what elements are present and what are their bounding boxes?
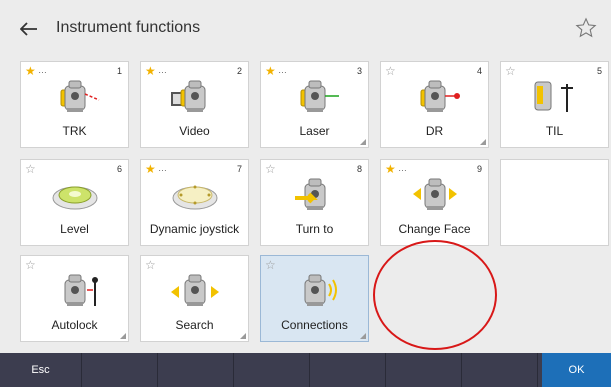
function-tile[interactable]: ☆ 8 Turn to <box>260 159 369 246</box>
star-outline-icon[interactable]: ☆ <box>265 259 276 271</box>
function-tile[interactable]: ★… 3 Laser <box>260 61 369 148</box>
tile-label: Dynamic joystick <box>149 222 240 236</box>
tile-number: 4 <box>476 66 482 76</box>
softkey-blank <box>386 353 462 387</box>
star-filled-icon[interactable]: ★ <box>385 163 396 175</box>
page-title: Instrument functions <box>56 19 201 36</box>
empty-tile <box>500 159 609 246</box>
star-outline-icon[interactable]: ☆ <box>145 259 156 271</box>
star-outline-icon[interactable]: ☆ <box>505 65 516 77</box>
joystick-icon <box>169 174 221 214</box>
instrument-laser-icon <box>289 76 341 116</box>
instrument-til-icon <box>529 76 581 116</box>
ellipsis-icon: … <box>158 163 167 173</box>
star-outline-icon[interactable]: ☆ <box>25 259 36 271</box>
tile-label: TIL <box>545 124 564 138</box>
connections-icon <box>289 270 341 310</box>
tile-number: 5 <box>596 66 602 76</box>
corner-indicator-icon <box>240 333 246 339</box>
ellipsis-icon: … <box>38 65 47 75</box>
tile-label: DR <box>425 124 444 138</box>
instrument-dr-icon <box>409 76 461 116</box>
corner-indicator-icon <box>480 139 486 145</box>
back-button[interactable] <box>18 18 40 40</box>
ellipsis-icon: … <box>158 65 167 75</box>
tile-label: Change Face <box>398 222 471 236</box>
arrow-left-icon <box>20 22 37 36</box>
instrument-video-icon <box>169 76 221 116</box>
tile-label: TRK <box>62 124 87 138</box>
ellipsis-icon: … <box>278 65 287 75</box>
star-filled-icon[interactable]: ★ <box>265 65 276 77</box>
footer-bar: Esc OK <box>0 353 611 387</box>
function-tile[interactable]: ★… 7 Dynamic joystick <box>140 159 249 246</box>
star-outline-icon[interactable]: ☆ <box>385 65 396 77</box>
tile-number: 9 <box>476 164 482 174</box>
tile-label: Video <box>179 124 210 138</box>
softkey-blank <box>462 353 538 387</box>
level-bubble-icon <box>49 174 101 214</box>
corner-indicator-icon <box>120 333 126 339</box>
function-tile[interactable]: ☆ Connections <box>260 255 369 342</box>
instrument-trk-icon <box>49 76 101 116</box>
search-instrument-icon <box>169 270 221 310</box>
tile-number: 6 <box>116 164 122 174</box>
softkey-blank <box>158 353 234 387</box>
tile-number: 7 <box>236 164 242 174</box>
star-filled-icon[interactable]: ★ <box>25 65 36 77</box>
star-filled-icon[interactable]: ★ <box>145 163 156 175</box>
function-tile[interactable]: ☆ Search <box>140 255 249 342</box>
ok-button[interactable]: OK <box>542 353 611 387</box>
header-bar: Instrument functions <box>0 0 611 56</box>
ellipsis-icon: … <box>398 163 407 173</box>
tile-label: Level <box>60 222 89 236</box>
star-filled-icon[interactable]: ★ <box>145 65 156 77</box>
tile-number: 8 <box>356 164 362 174</box>
autolock-icon <box>49 270 101 310</box>
tile-label: Laser <box>299 124 330 138</box>
star-outline-icon <box>575 17 597 38</box>
softkey-blank <box>234 353 310 387</box>
function-tile[interactable]: ☆ Autolock <box>20 255 129 342</box>
highlight-circle <box>373 240 497 350</box>
tile-label: Connections <box>281 318 348 332</box>
function-tile[interactable]: ☆ 5 TIL <box>500 61 609 148</box>
tile-label: Autolock <box>51 318 98 332</box>
softkey-blank <box>310 353 386 387</box>
turn-to-icon <box>289 174 341 214</box>
function-tile[interactable]: ★… 2 Video <box>140 61 249 148</box>
esc-button[interactable]: Esc <box>0 353 82 387</box>
tile-number: 3 <box>356 66 362 76</box>
softkey-blank <box>82 353 158 387</box>
corner-indicator-icon <box>360 139 366 145</box>
function-tile[interactable]: ☆ 4 DR <box>380 61 489 148</box>
tile-number: 1 <box>116 66 122 76</box>
corner-indicator-icon <box>360 333 366 339</box>
tile-number: 2 <box>236 66 242 76</box>
favorite-button[interactable] <box>573 15 599 41</box>
star-outline-icon[interactable]: ☆ <box>265 163 276 175</box>
function-tile[interactable]: ★… 1 TRK <box>20 61 129 148</box>
tile-label: Turn to <box>295 222 334 236</box>
tile-label: Search <box>175 318 214 332</box>
function-tile[interactable]: ☆ 6 Level <box>20 159 129 246</box>
change-face-icon <box>409 174 461 214</box>
star-outline-icon[interactable]: ☆ <box>25 163 36 175</box>
function-tile[interactable]: ★… 9 Change Face <box>380 159 489 246</box>
